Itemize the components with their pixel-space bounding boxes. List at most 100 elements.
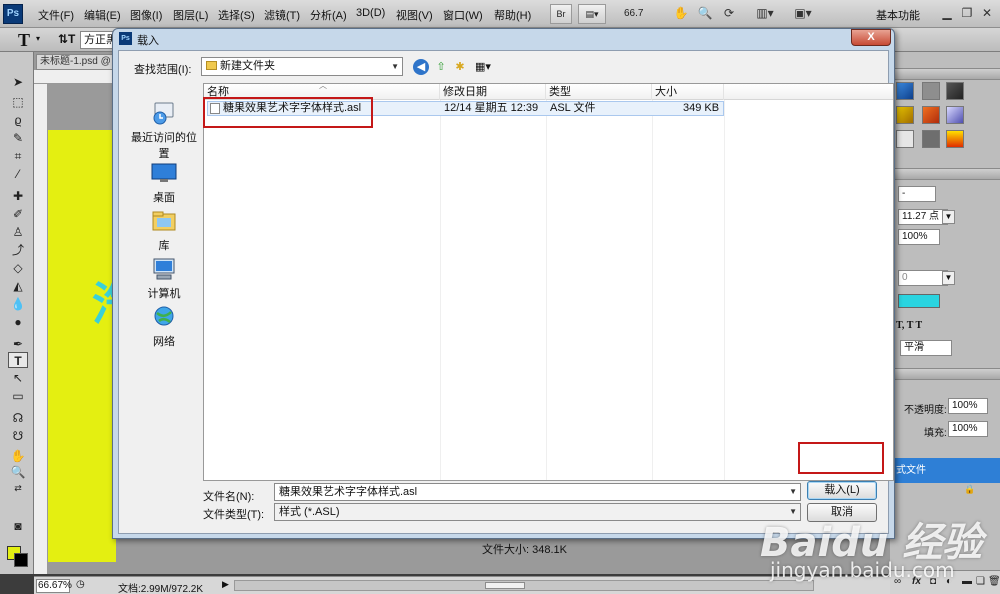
screen-mode-icon[interactable]: ▣▾: [790, 5, 816, 22]
hand-tool-icon[interactable]: ✋: [8, 448, 28, 464]
column-date[interactable]: 修改日期: [440, 84, 546, 100]
photoshop-logo: Ps: [3, 4, 23, 24]
swap-colors-icon[interactable]: ⇄: [8, 480, 28, 496]
style-swatch[interactable]: [896, 82, 914, 100]
lasso-tool-icon[interactable]: ϱ: [8, 112, 28, 128]
style-swatch[interactable]: [922, 82, 940, 100]
back-arrow-icon[interactable]: ◀: [413, 59, 429, 75]
menu-layer[interactable]: 图层(L): [173, 7, 208, 23]
up-folder-icon[interactable]: ⇧: [433, 59, 449, 75]
zoom-level[interactable]: 66.7: [612, 5, 664, 23]
pen-tool-icon[interactable]: ✒: [8, 336, 28, 352]
eyedropper-icon[interactable]: ⁄: [8, 166, 28, 182]
place-libraries[interactable]: 库: [126, 209, 202, 253]
fill-field[interactable]: 100%: [948, 421, 988, 437]
menu-image[interactable]: 图像(I): [130, 7, 162, 23]
file-list[interactable]: 名称 ︿ 修改日期 类型 大小 糖果效果艺术字字体样式.asl 12/14 星期…: [203, 81, 894, 481]
menu-help[interactable]: 帮助(H): [494, 7, 531, 23]
marquee-tool-icon[interactable]: ⬚: [8, 94, 28, 110]
rotate-view-icon[interactable]: ⟳: [720, 5, 738, 22]
vertical-scale-field[interactable]: 100%: [898, 229, 940, 245]
font-size-field[interactable]: 11.27 点: [898, 209, 948, 225]
load-button[interactable]: 载入(L): [807, 481, 877, 500]
hand-tool-icon[interactable]: ✋: [672, 5, 690, 22]
document-canvas[interactable]: [48, 130, 116, 562]
tracking-dropdown-icon[interactable]: ▼: [942, 271, 955, 285]
zoom-tool-icon[interactable]: 🔍: [8, 464, 28, 480]
place-computer[interactable]: 计算机: [126, 257, 202, 301]
path-select-icon[interactable]: ↖: [8, 370, 28, 386]
status-menu-arrow-icon[interactable]: ▶: [222, 579, 229, 590]
menu-view[interactable]: 视图(V): [396, 7, 433, 23]
shape-tool-icon[interactable]: ▭: [8, 388, 28, 404]
brush-tool-icon[interactable]: ✐: [8, 206, 28, 222]
scrollbar-thumb[interactable]: [485, 582, 525, 589]
antialias-select[interactable]: 平滑: [900, 340, 952, 356]
place-recent[interactable]: 最近访问的位置: [126, 101, 202, 161]
dodge-tool-icon[interactable]: ●: [8, 314, 28, 330]
arrange-documents-icon[interactable]: ▥▾: [752, 5, 778, 22]
column-type[interactable]: 类型: [546, 84, 652, 100]
style-swatch[interactable]: [896, 106, 914, 124]
bridge-button[interactable]: Br: [550, 4, 572, 24]
background-color[interactable]: [14, 553, 28, 567]
3d-rotate-icon[interactable]: ☊: [8, 410, 28, 426]
history-brush-icon[interactable]: ⤴: [8, 242, 28, 258]
clone-stamp-icon[interactable]: ♙: [8, 224, 28, 240]
minimize-icon[interactable]: ▁: [938, 5, 956, 22]
menu-bar: Ps 文件(F) 编辑(E) 图像(I) 图层(L) 选择(S) 滤镜(T) 分…: [0, 0, 1000, 28]
crop-tool-icon[interactable]: ⌗: [8, 148, 28, 164]
paint-bucket-icon[interactable]: ◭: [8, 278, 28, 294]
move-tool-icon[interactable]: ➤: [8, 74, 28, 90]
menu-window[interactable]: 窗口(W): [443, 7, 483, 23]
blur-tool-icon[interactable]: 💧: [8, 296, 28, 312]
look-in-select[interactable]: 新建文件夹 ▼: [201, 57, 403, 76]
menu-file[interactable]: 文件(F): [38, 7, 74, 23]
text-style-icons[interactable]: T, T T: [896, 320, 922, 331]
type-tool-icon[interactable]: T: [8, 352, 28, 368]
style-swatch[interactable]: [946, 130, 964, 148]
quick-mask-icon[interactable]: ◙: [8, 518, 28, 534]
3d-orbit-icon[interactable]: ☋: [8, 428, 28, 444]
view-menu-icon[interactable]: ▦▾: [471, 59, 495, 75]
place-network[interactable]: 网络: [126, 305, 202, 349]
chevron-down-icon[interactable]: ▼: [789, 484, 797, 500]
type-tool-icon[interactable]: T: [18, 30, 30, 51]
healing-brush-icon[interactable]: ✚: [8, 188, 28, 204]
tracking-field[interactable]: 0: [898, 270, 948, 286]
font-size-dropdown-icon[interactable]: ▼: [942, 210, 955, 224]
font-style-field[interactable]: -: [898, 186, 936, 202]
zoom-tool-icon[interactable]: 🔍: [696, 5, 714, 22]
layer-row-selected[interactable]: 式文件: [890, 458, 1000, 483]
menu-filter[interactable]: 滤镜(T): [264, 7, 300, 23]
dialog-close-button[interactable]: X: [851, 29, 891, 46]
quick-select-icon[interactable]: ✎: [8, 130, 28, 146]
style-swatch[interactable]: [946, 106, 964, 124]
file-name-input[interactable]: 糖果效果艺术字字体样式.asl ▼: [274, 483, 801, 501]
horizontal-scrollbar[interactable]: [234, 580, 814, 591]
close-icon[interactable]: ✕: [978, 5, 996, 22]
file-type-select[interactable]: 样式 (*.ASL) ▼: [274, 503, 801, 521]
place-desktop[interactable]: 桌面: [126, 161, 202, 205]
menu-edit[interactable]: 编辑(E): [84, 7, 121, 23]
workspace-switcher[interactable]: 基本功能: [876, 7, 920, 23]
style-swatch[interactable]: [946, 82, 964, 100]
style-swatch[interactable]: [896, 130, 914, 148]
opacity-field[interactable]: 100%: [948, 398, 988, 414]
column-size[interactable]: 大小: [652, 84, 724, 100]
style-swatch[interactable]: [922, 106, 940, 124]
menu-3d[interactable]: 3D(D): [356, 7, 385, 19]
menu-select[interactable]: 选择(S): [218, 7, 255, 23]
status-info-icon[interactable]: ◷: [76, 579, 85, 590]
zoom-status-field[interactable]: 66.67%: [36, 579, 72, 593]
text-color-swatch[interactable]: [898, 294, 940, 308]
tool-preset-arrow-icon[interactable]: ▾: [36, 34, 40, 43]
style-swatch[interactable]: [922, 130, 940, 148]
restore-icon[interactable]: ❐: [958, 5, 976, 22]
eraser-icon[interactable]: ◇: [8, 260, 28, 276]
document-tab[interactable]: 未标题-1.psd @ 6: [36, 54, 116, 70]
new-folder-icon[interactable]: ✱: [452, 59, 468, 75]
menu-analysis[interactable]: 分析(A): [310, 7, 347, 23]
mini-bridge-icon[interactable]: ▤▾: [578, 4, 606, 24]
text-orientation-icon[interactable]: ⇅T: [58, 32, 75, 46]
